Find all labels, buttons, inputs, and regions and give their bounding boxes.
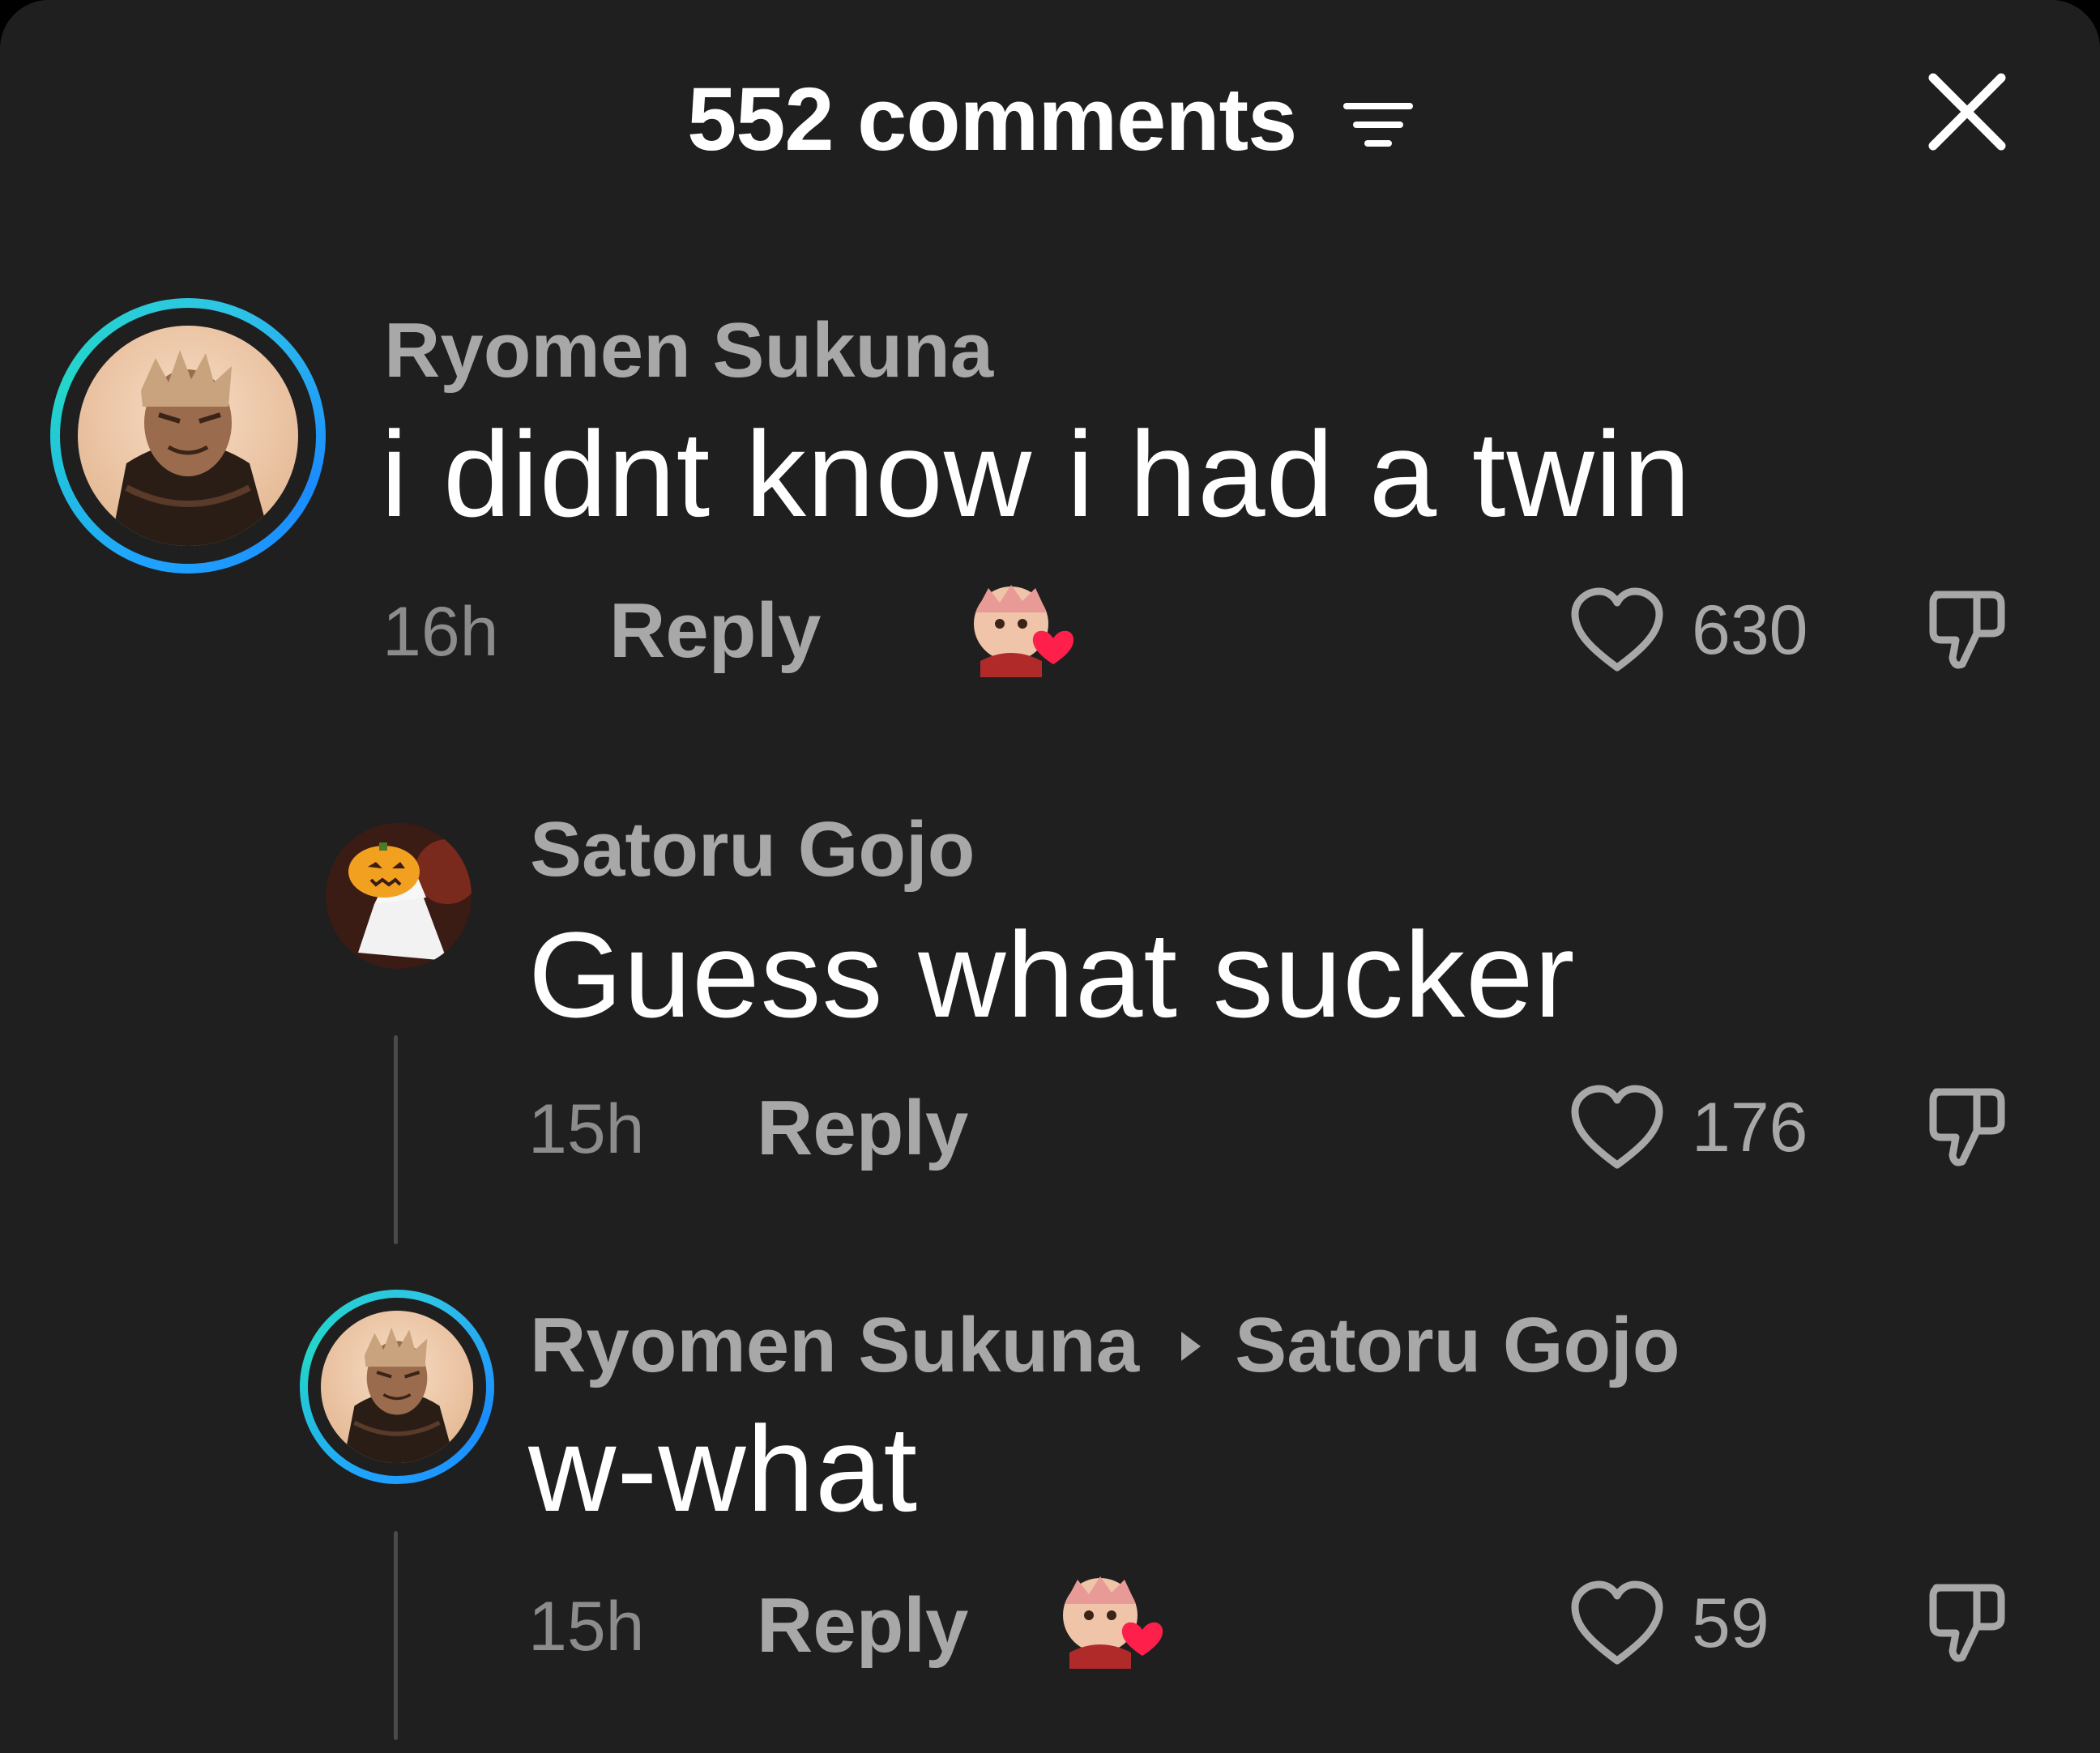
reply-button[interactable]: Reply — [609, 586, 821, 676]
comment-author[interactable]: Ryomen Sukuna — [530, 1302, 1139, 1388]
heart-outline-icon — [1571, 1085, 1663, 1169]
avatar[interactable] — [78, 326, 298, 546]
heart-outline-icon — [1571, 1580, 1663, 1665]
dislike-thumb-icon[interactable] — [1927, 1081, 2008, 1170]
like-button[interactable]: 176 — [1569, 1084, 1844, 1173]
comment-author[interactable]: Ryomen Sukuna — [384, 306, 993, 395]
comment-author-line: Ryomen Sukuna Satoru Gojo — [530, 1301, 1680, 1390]
like-count: 630 — [1692, 591, 1808, 669]
avatar[interactable] — [321, 1311, 473, 1463]
dislike-thumb-icon[interactable] — [1927, 1576, 2008, 1666]
avatar[interactable] — [326, 823, 472, 969]
reply-button[interactable]: Reply — [757, 1581, 968, 1670]
like-count: 59 — [1692, 1585, 1769, 1662]
heart-outline-icon — [1571, 587, 1663, 672]
comments-sheet: 552 comments Ryomen Sukuna i didnt know … — [0, 0, 2100, 1753]
comment-author[interactable]: Satoru Gojo — [530, 805, 975, 894]
dislike-thumb-icon[interactable] — [1927, 583, 2008, 672]
avatar-image-sukuna — [321, 1311, 473, 1463]
thread-line — [394, 1035, 398, 1244]
like-count: 176 — [1692, 1089, 1808, 1167]
thread-line — [394, 1531, 398, 1740]
comment-timestamp: 16h — [382, 593, 499, 671]
reply-to-author[interactable]: Satoru Gojo — [1235, 1302, 1680, 1388]
avatar-image-gojo — [326, 823, 472, 969]
creator-liked-badge — [974, 585, 1074, 677]
comments-header: 552 comments — [0, 65, 2100, 168]
comment-text: w-what — [528, 1401, 919, 1537]
comment-timestamp: 15h — [528, 1090, 645, 1168]
like-button[interactable]: 630 — [1569, 586, 1844, 676]
avatar-image-sukuna — [78, 326, 298, 546]
comment-text: Guess what sucker — [528, 906, 1576, 1043]
like-button[interactable]: 59 — [1569, 1580, 1844, 1669]
comment-timestamp: 15h — [528, 1588, 645, 1666]
comment-text: i didnt know i had a twin — [381, 406, 1692, 542]
creator-liked-badge — [1063, 1576, 1163, 1669]
reply-arrow-icon — [1181, 1331, 1202, 1361]
comment-count-title: 552 comments — [687, 69, 1297, 169]
close-x-icon[interactable] — [1927, 71, 2008, 152]
reply-button[interactable]: Reply — [757, 1084, 968, 1173]
filter-lines-icon[interactable] — [1342, 96, 1413, 153]
